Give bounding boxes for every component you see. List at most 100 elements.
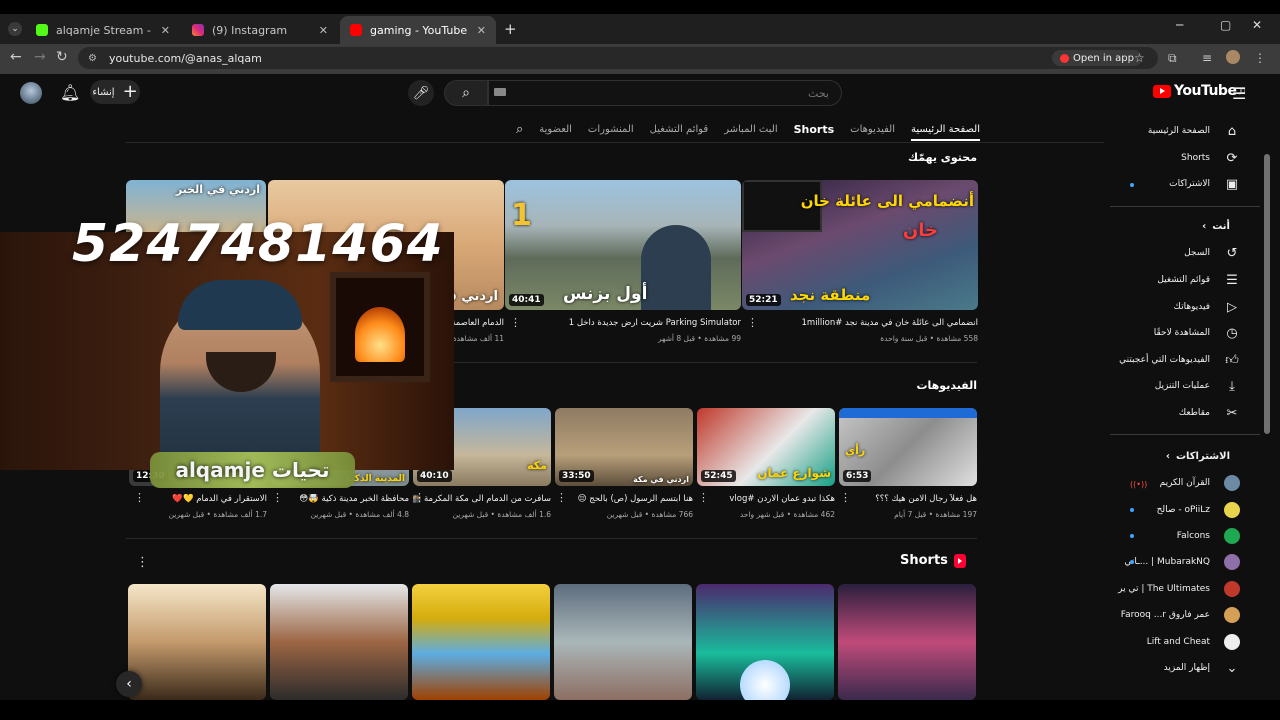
channel-search-icon[interactable]: ⌕ (516, 122, 523, 137)
close-icon[interactable]: ✕ (319, 24, 328, 37)
short-thumbnail[interactable] (696, 584, 834, 700)
sidebar-item-shorts[interactable]: Shorts ⟳ (1110, 145, 1260, 171)
sidebar-divider (1110, 206, 1260, 207)
sidebar-sub-item[interactable]: عمر فاروق Farooq ...r (1110, 602, 1260, 628)
maximize-icon[interactable]: ▢ (1220, 18, 1231, 32)
sidebar-item-clips[interactable]: مقاطعك ✂ (1110, 400, 1260, 426)
video-meta: 99 مشاهدة • قبل 8 أشهر (658, 334, 741, 343)
close-icon[interactable]: ✕ (477, 24, 486, 37)
video-title[interactable]: محافظة الخبر مدينة ذكية 🤯😳 (271, 494, 409, 504)
shorts-icon (953, 553, 966, 568)
sidebar-item-home[interactable]: الصفحة الرئيسية ⌂ (1110, 118, 1260, 144)
tab-posts[interactable]: المنشورات (588, 124, 634, 135)
video-card[interactable]: شوارع عمان 52:45 هكذا تبدو عمان الاردن #… (697, 408, 835, 519)
video-title[interactable]: انضمامي الى عائلة خان في مدينة نجد #1mil… (742, 318, 979, 328)
streamer-cap (178, 280, 302, 330)
video-thumbnail[interactable]: 1 أول بزنس 40:41 (505, 180, 741, 310)
video-title[interactable]: هكذا تبدو عمان الاردن #vlog (697, 494, 835, 504)
sidebar-you-header[interactable]: ‹ أنت (1110, 216, 1260, 236)
video-meta: 1.6 ألف مشاهدة • قبل شهرين (452, 510, 551, 519)
tab-home[interactable]: الصفحة الرئيسية (911, 124, 980, 141)
open-in-app-button[interactable]: Open in app (1052, 50, 1143, 66)
sidebar-sub-item[interactable]: The Ultimates | تي ير (1110, 576, 1260, 602)
channel-avatar (1224, 554, 1240, 570)
sidebar-item-history[interactable]: السجل ↺ (1110, 240, 1260, 266)
shorts-previous-button[interactable]: ‹ (116, 671, 142, 697)
video-thumbnail[interactable]: اردني في مكة 33:50 (555, 408, 693, 486)
channel-avatar (1224, 607, 1240, 623)
video-card[interactable]: أنضمامي الى عائلة خان خان منطقة نجد 52:2… (742, 180, 978, 343)
video-thumbnail[interactable]: شوارع عمان 52:45 (697, 408, 835, 486)
person-figure (641, 225, 711, 310)
shorts-menu-icon[interactable]: ⋮ (136, 555, 149, 570)
video-card[interactable]: 1 أول بزنس 40:41 Parking Simulator شريت … (505, 180, 741, 343)
tabs-divider (126, 142, 1104, 143)
video-menu-icon[interactable]: ⋮ (414, 491, 425, 504)
notifications-bell-icon[interactable]: 🔔︎ (60, 83, 80, 102)
fire-flame (355, 307, 405, 362)
video-menu-icon[interactable]: ⋮ (698, 491, 709, 504)
short-thumbnail[interactable] (270, 584, 408, 700)
page-scrollbar[interactable] (1264, 154, 1270, 434)
short-thumbnail[interactable] (128, 584, 266, 700)
keyboard-icon[interactable] (494, 88, 506, 96)
video-thumbnail[interactable]: رأي 6:53 (839, 408, 977, 486)
tab-videos[interactable]: الفيديوهات (850, 124, 895, 135)
short-thumbnail[interactable] (412, 584, 550, 700)
guide-menu-icon[interactable]: ☰ (1232, 84, 1246, 103)
close-window-icon[interactable]: ✕ (1252, 18, 1262, 32)
video-title[interactable]: هل فعلاً رجال الامن هيك ؟؟؟ (839, 494, 977, 504)
video-thumbnail[interactable]: أنضمامي الى عائلة خان خان منطقة نجد 52:2… (742, 180, 978, 310)
close-icon[interactable]: ✕ (161, 24, 170, 37)
extensions-icon[interactable]: ⧉ (1168, 51, 1177, 66)
sidebar-item-your-videos[interactable]: فيديوهاتك ▷ (1110, 294, 1260, 320)
sidebar-item-liked[interactable]: الفيديوهات التي أعجبتني 👍︎ (1110, 347, 1260, 373)
video-menu-icon[interactable]: ⋮ (556, 491, 567, 504)
tab-playlists[interactable]: قوائم التشغيل (650, 124, 709, 135)
video-menu-icon[interactable]: ⋮ (134, 491, 145, 504)
menu-dots-icon[interactable]: ⋮ (1254, 51, 1266, 65)
tab-shorts[interactable]: Shorts (794, 123, 835, 136)
profile-avatar[interactable] (1226, 50, 1240, 64)
sidebar-item-watch-later[interactable]: المشاهدة لاحقًا ◷ (1110, 320, 1260, 346)
channel-avatar (1224, 528, 1240, 544)
video-menu-icon[interactable]: ⋮ (510, 316, 521, 329)
back-icon[interactable]: ← (10, 49, 22, 65)
sidebar-show-more[interactable]: إظهار المزيد ⌄ (1110, 655, 1260, 681)
url-field[interactable]: ⚙ youtube.com/@anas_alqam (78, 47, 1158, 69)
new-tab-button[interactable]: + (504, 20, 517, 38)
tab-live[interactable]: البث المباشر (724, 124, 777, 135)
site-info-icon[interactable]: ⚙ (88, 53, 97, 64)
forward-icon[interactable]: → (34, 49, 46, 65)
video-title[interactable]: Parking Simulator شريت ارض جديدة داخل 1 (505, 318, 741, 328)
bookmark-star-icon[interactable]: ☆ (1134, 51, 1145, 65)
video-menu-icon[interactable]: ⋮ (272, 491, 283, 504)
short-thumbnail[interactable] (838, 584, 976, 700)
minimize-icon[interactable]: ─ (1176, 18, 1183, 32)
tab-membership[interactable]: العضوية (539, 124, 572, 135)
tab-youtube[interactable]: gaming - YouTube عقمجي ✕ (340, 16, 496, 44)
new-content-dot (1130, 508, 1134, 512)
sidebar-item-playlists[interactable]: قوائم التشغيل ☰ (1110, 267, 1260, 293)
tab-search-icon[interactable]: ⌄ (8, 22, 22, 36)
sidebar-subscriptions-header[interactable]: ‹ الاشتراكات (1110, 446, 1260, 466)
video-menu-icon[interactable]: ⋮ (747, 316, 758, 329)
sidebar-item-downloads[interactable]: عمليات التنزيل ⤓ (1110, 373, 1260, 399)
short-thumbnail[interactable] (554, 584, 692, 700)
account-avatar[interactable] (20, 82, 42, 104)
create-button[interactable]: إنشاء + (90, 80, 140, 104)
video-title[interactable]: هنا ابتسم الرسول (ص) بالحج 😔 (555, 494, 693, 504)
sidebar-sub-item[interactable]: Lift and Cheat (1110, 629, 1260, 655)
media-icon[interactable]: ≡ (1202, 51, 1212, 65)
video-title[interactable]: الاستقرار في الدمام 💛❤️ (129, 494, 267, 504)
video-card[interactable]: رأي 6:53 هل فعلاً رجال الامن هيك ؟؟؟ 197… (839, 408, 977, 519)
voice-search-icon[interactable]: 🎤︎ (408, 80, 434, 106)
video-title[interactable]: سافرت من الدمام الى مكة المكرمة 🕋 (413, 494, 551, 504)
reload-icon[interactable]: ↻ (56, 49, 68, 65)
tab-instagram[interactable]: (9) Instagram ✕ (182, 16, 338, 44)
search-icon[interactable]: ⌕ (444, 80, 488, 106)
video-card[interactable]: اردني في مكة 33:50 هنا ابتسم الرسول (ص) … (555, 408, 693, 519)
video-menu-icon[interactable]: ⋮ (840, 491, 851, 504)
search-input[interactable] (488, 80, 842, 106)
tab-kick-stream[interactable]: alqamje Stream - Watch Live on ✕ (26, 16, 180, 44)
